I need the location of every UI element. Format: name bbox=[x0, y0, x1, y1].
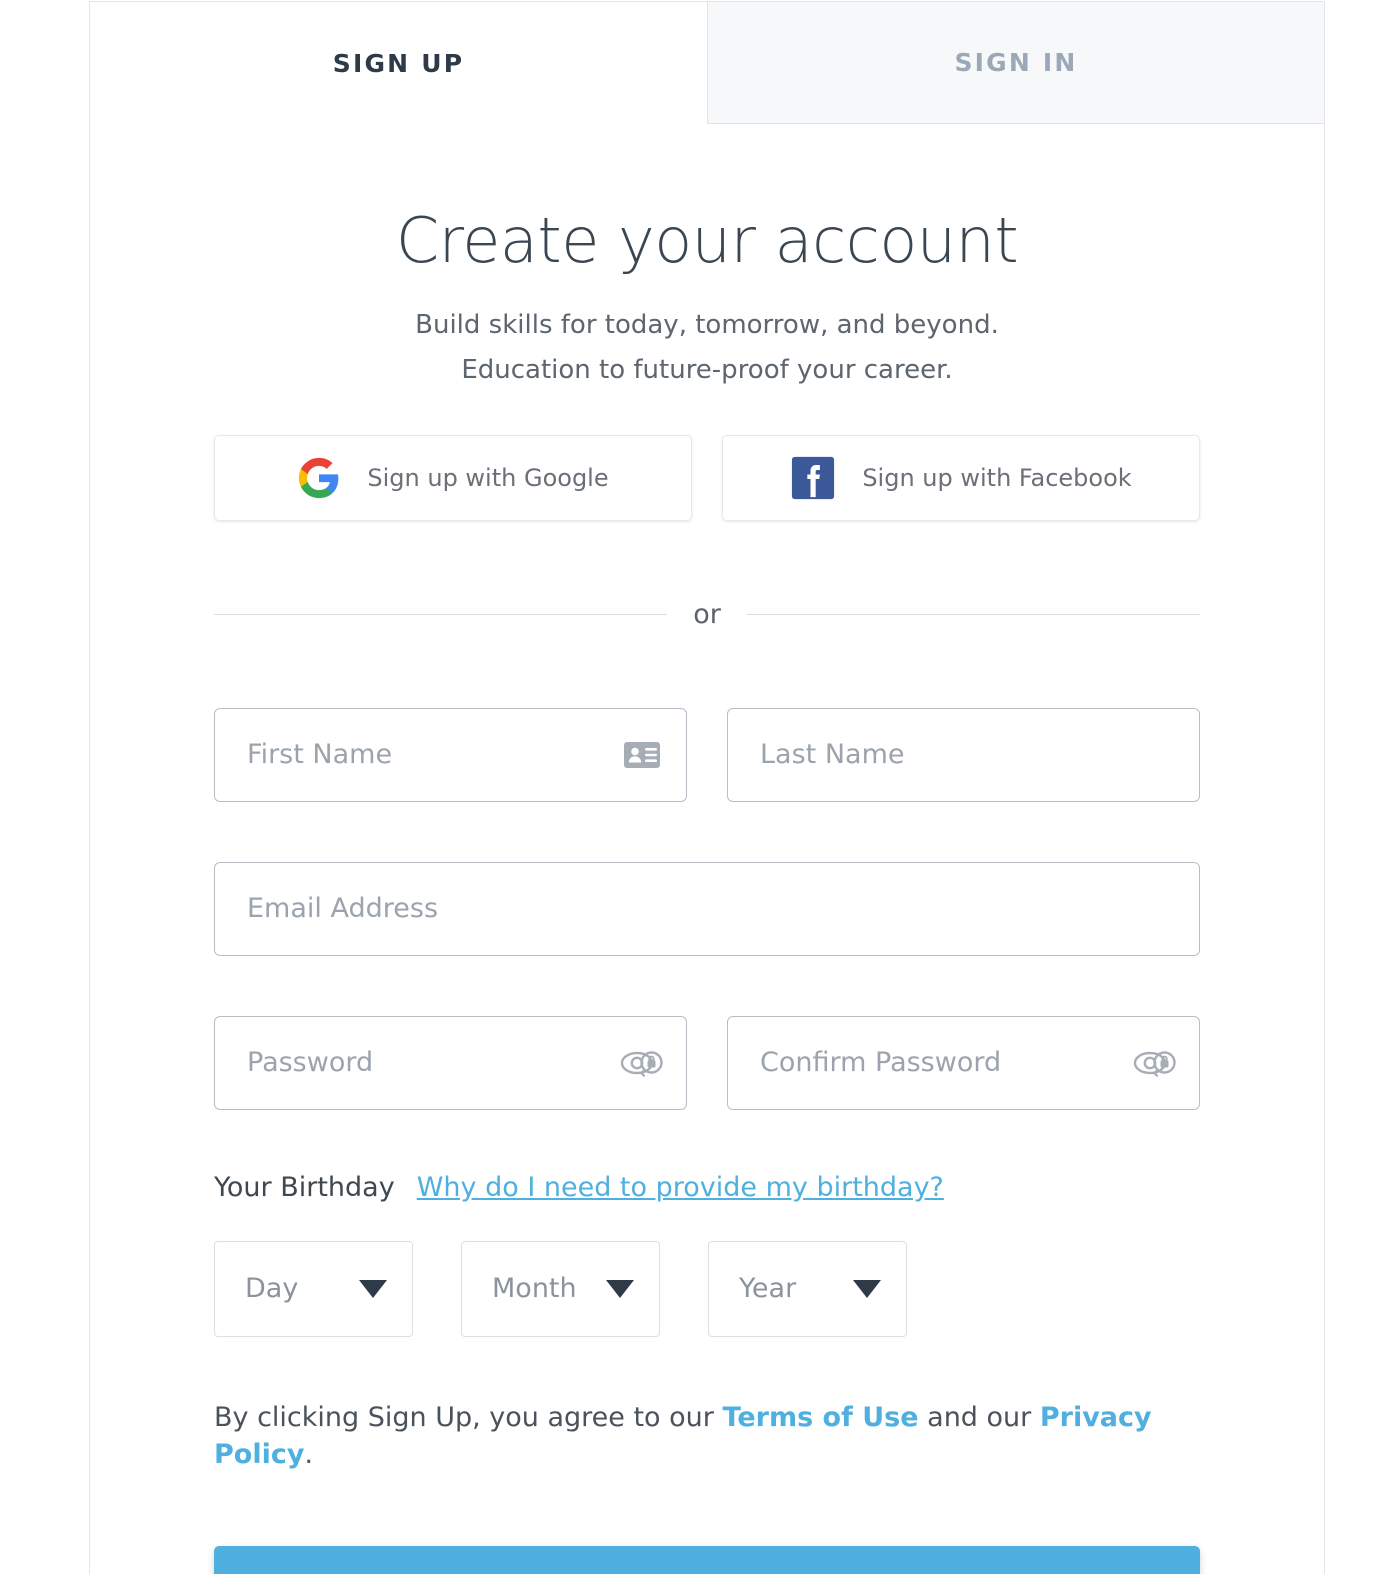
terms-prefix: By clicking Sign Up, you agree to our bbox=[214, 1401, 723, 1433]
email-field-wrapper bbox=[214, 861, 1200, 956]
or-divider: or bbox=[214, 599, 1200, 630]
tab-sign-in-label: SIGN IN bbox=[954, 48, 1078, 77]
confirm-password-input[interactable] bbox=[727, 1015, 1200, 1110]
facebook-f-icon bbox=[790, 455, 836, 501]
sign-up-with-google-button[interactable]: Sign up with Google bbox=[214, 434, 692, 521]
birthday-label-row: Your Birthday Why do I need to provide m… bbox=[214, 1172, 1200, 1203]
birthday-year-wrapper: Year bbox=[708, 1240, 907, 1337]
birthday-label: Your Birthday bbox=[214, 1171, 395, 1203]
password-field-row bbox=[214, 1015, 1200, 1110]
tab-sign-up[interactable]: SIGN UP bbox=[90, 2, 707, 124]
birthday-explain-link[interactable]: Why do I need to provide my birthday? bbox=[417, 1172, 944, 1203]
confirm-password-field-wrapper bbox=[727, 1015, 1200, 1110]
auth-tabs: SIGN UP SIGN IN bbox=[90, 2, 1324, 124]
birthday-month-select[interactable]: Month bbox=[461, 1240, 660, 1337]
email-field-row bbox=[214, 861, 1200, 956]
first-name-field-wrapper bbox=[214, 707, 687, 802]
birthday-month-wrapper: Month bbox=[461, 1240, 660, 1337]
birthday-day-wrapper: Day bbox=[214, 1240, 413, 1337]
subtitle-line-1: Build skills for today, tomorrow, and be… bbox=[415, 310, 999, 341]
sign-up-with-facebook-button[interactable]: Sign up with Facebook bbox=[722, 434, 1200, 521]
tab-sign-up-label: SIGN UP bbox=[332, 48, 465, 78]
eye-lock-icon[interactable] bbox=[619, 1040, 665, 1086]
page-subtitle: Build skills for today, tomorrow, and be… bbox=[214, 303, 1200, 392]
email-input[interactable] bbox=[214, 861, 1200, 956]
terms-suffix: . bbox=[304, 1439, 314, 1471]
birthday-year-select[interactable]: Year bbox=[708, 1240, 907, 1337]
last-name-input[interactable] bbox=[727, 707, 1200, 802]
facebook-button-label: Sign up with Facebook bbox=[862, 463, 1132, 492]
auth-card: SIGN UP SIGN IN Create your account Buil… bbox=[89, 1, 1325, 1574]
terms-notice: By clicking Sign Up, you agree to our Te… bbox=[214, 1399, 1200, 1475]
tab-sign-in[interactable]: SIGN IN bbox=[707, 2, 1324, 124]
divider-label: or bbox=[693, 598, 721, 630]
page-title: Create your account bbox=[395, 204, 1019, 277]
divider-line-right bbox=[746, 613, 1200, 615]
password-field-wrapper bbox=[214, 1015, 687, 1110]
divider-line-left bbox=[214, 613, 668, 615]
google-g-icon bbox=[297, 456, 341, 500]
social-login-row: Sign up with Google Sign up with Faceboo… bbox=[214, 434, 1200, 521]
terms-of-use-link[interactable]: Terms of Use bbox=[722, 1402, 918, 1433]
birthday-day-select[interactable]: Day bbox=[214, 1240, 413, 1337]
terms-middle: and our bbox=[918, 1401, 1040, 1433]
eye-lock-icon[interactable] bbox=[1132, 1040, 1178, 1086]
birthday-selects-row: Day Month Year bbox=[214, 1240, 1200, 1337]
google-button-label: Sign up with Google bbox=[367, 463, 609, 492]
signup-page: SIGN UP SIGN IN Create your account Buil… bbox=[0, 0, 1398, 1574]
contact-card-icon bbox=[619, 732, 665, 778]
name-field-row bbox=[214, 707, 1200, 802]
first-name-input[interactable] bbox=[214, 707, 687, 802]
sign-up-button[interactable]: SIGN UP bbox=[214, 1546, 1200, 1574]
password-input[interactable] bbox=[214, 1015, 687, 1110]
auth-body: Create your account Build skills for tod… bbox=[90, 208, 1324, 1574]
last-name-field-wrapper bbox=[727, 707, 1200, 802]
subtitle-line-2: Education to future-proof your career. bbox=[461, 354, 953, 385]
